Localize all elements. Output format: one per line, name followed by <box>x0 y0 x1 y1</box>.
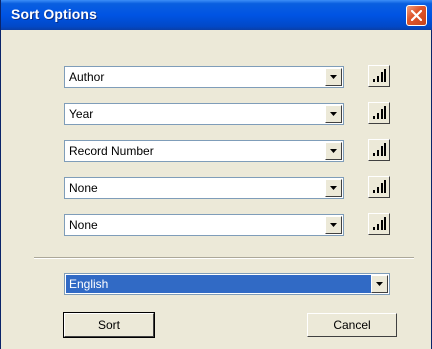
sort-field-1-dropdown-button[interactable] <box>325 68 342 86</box>
sort-field-3-value: Record Number <box>69 144 154 158</box>
sort-field-5-dropdown-button[interactable] <box>325 216 342 234</box>
chevron-down-icon <box>330 186 337 190</box>
language-value: English <box>66 275 372 293</box>
sort-order-icon <box>373 143 386 156</box>
sort-field-2-value: Year <box>69 107 94 121</box>
sort-order-icon <box>373 180 386 193</box>
chevron-down-icon <box>330 112 337 116</box>
sort-button[interactable]: Sort <box>63 312 155 338</box>
sort-order-icon <box>373 69 386 82</box>
sort-field-3-order-button[interactable] <box>368 139 390 161</box>
sort-field-1-select[interactable]: Author <box>64 66 344 88</box>
chevron-down-icon <box>376 282 383 286</box>
sort-field-4-value: None <box>69 181 98 195</box>
sort-field-3-select[interactable]: Record Number <box>64 140 344 162</box>
sort-options-dialog: Sort Options Author Year Record Number N… <box>0 0 432 349</box>
language-select[interactable]: English <box>64 273 390 295</box>
sort-field-1-value: Author <box>69 70 105 84</box>
chevron-down-icon <box>330 75 337 79</box>
sort-field-4-order-button[interactable] <box>368 176 390 198</box>
sort-order-icon <box>373 217 386 230</box>
sort-field-5-select[interactable]: None <box>64 214 344 236</box>
sort-field-1-order-button[interactable] <box>368 65 390 87</box>
language-dropdown-button[interactable] <box>371 275 388 293</box>
close-button[interactable] <box>406 5 427 26</box>
sort-field-4-dropdown-button[interactable] <box>325 179 342 197</box>
sort-field-2-dropdown-button[interactable] <box>325 105 342 123</box>
chevron-down-icon <box>330 223 337 227</box>
dialog-title: Sort Options <box>11 6 97 22</box>
sort-field-3-dropdown-button[interactable] <box>325 142 342 160</box>
cancel-button[interactable]: Cancel <box>307 313 397 337</box>
title-bar[interactable]: Sort Options <box>1 0 432 30</box>
chevron-down-icon <box>330 149 337 153</box>
sort-field-2-select[interactable]: Year <box>64 103 344 125</box>
sort-field-5-value: None <box>69 218 98 232</box>
close-icon <box>411 10 422 21</box>
sort-order-icon <box>373 106 386 119</box>
sort-field-5-order-button[interactable] <box>368 213 390 235</box>
separator <box>34 257 414 259</box>
sort-field-4-select[interactable]: None <box>64 177 344 199</box>
sort-field-2-order-button[interactable] <box>368 102 390 124</box>
